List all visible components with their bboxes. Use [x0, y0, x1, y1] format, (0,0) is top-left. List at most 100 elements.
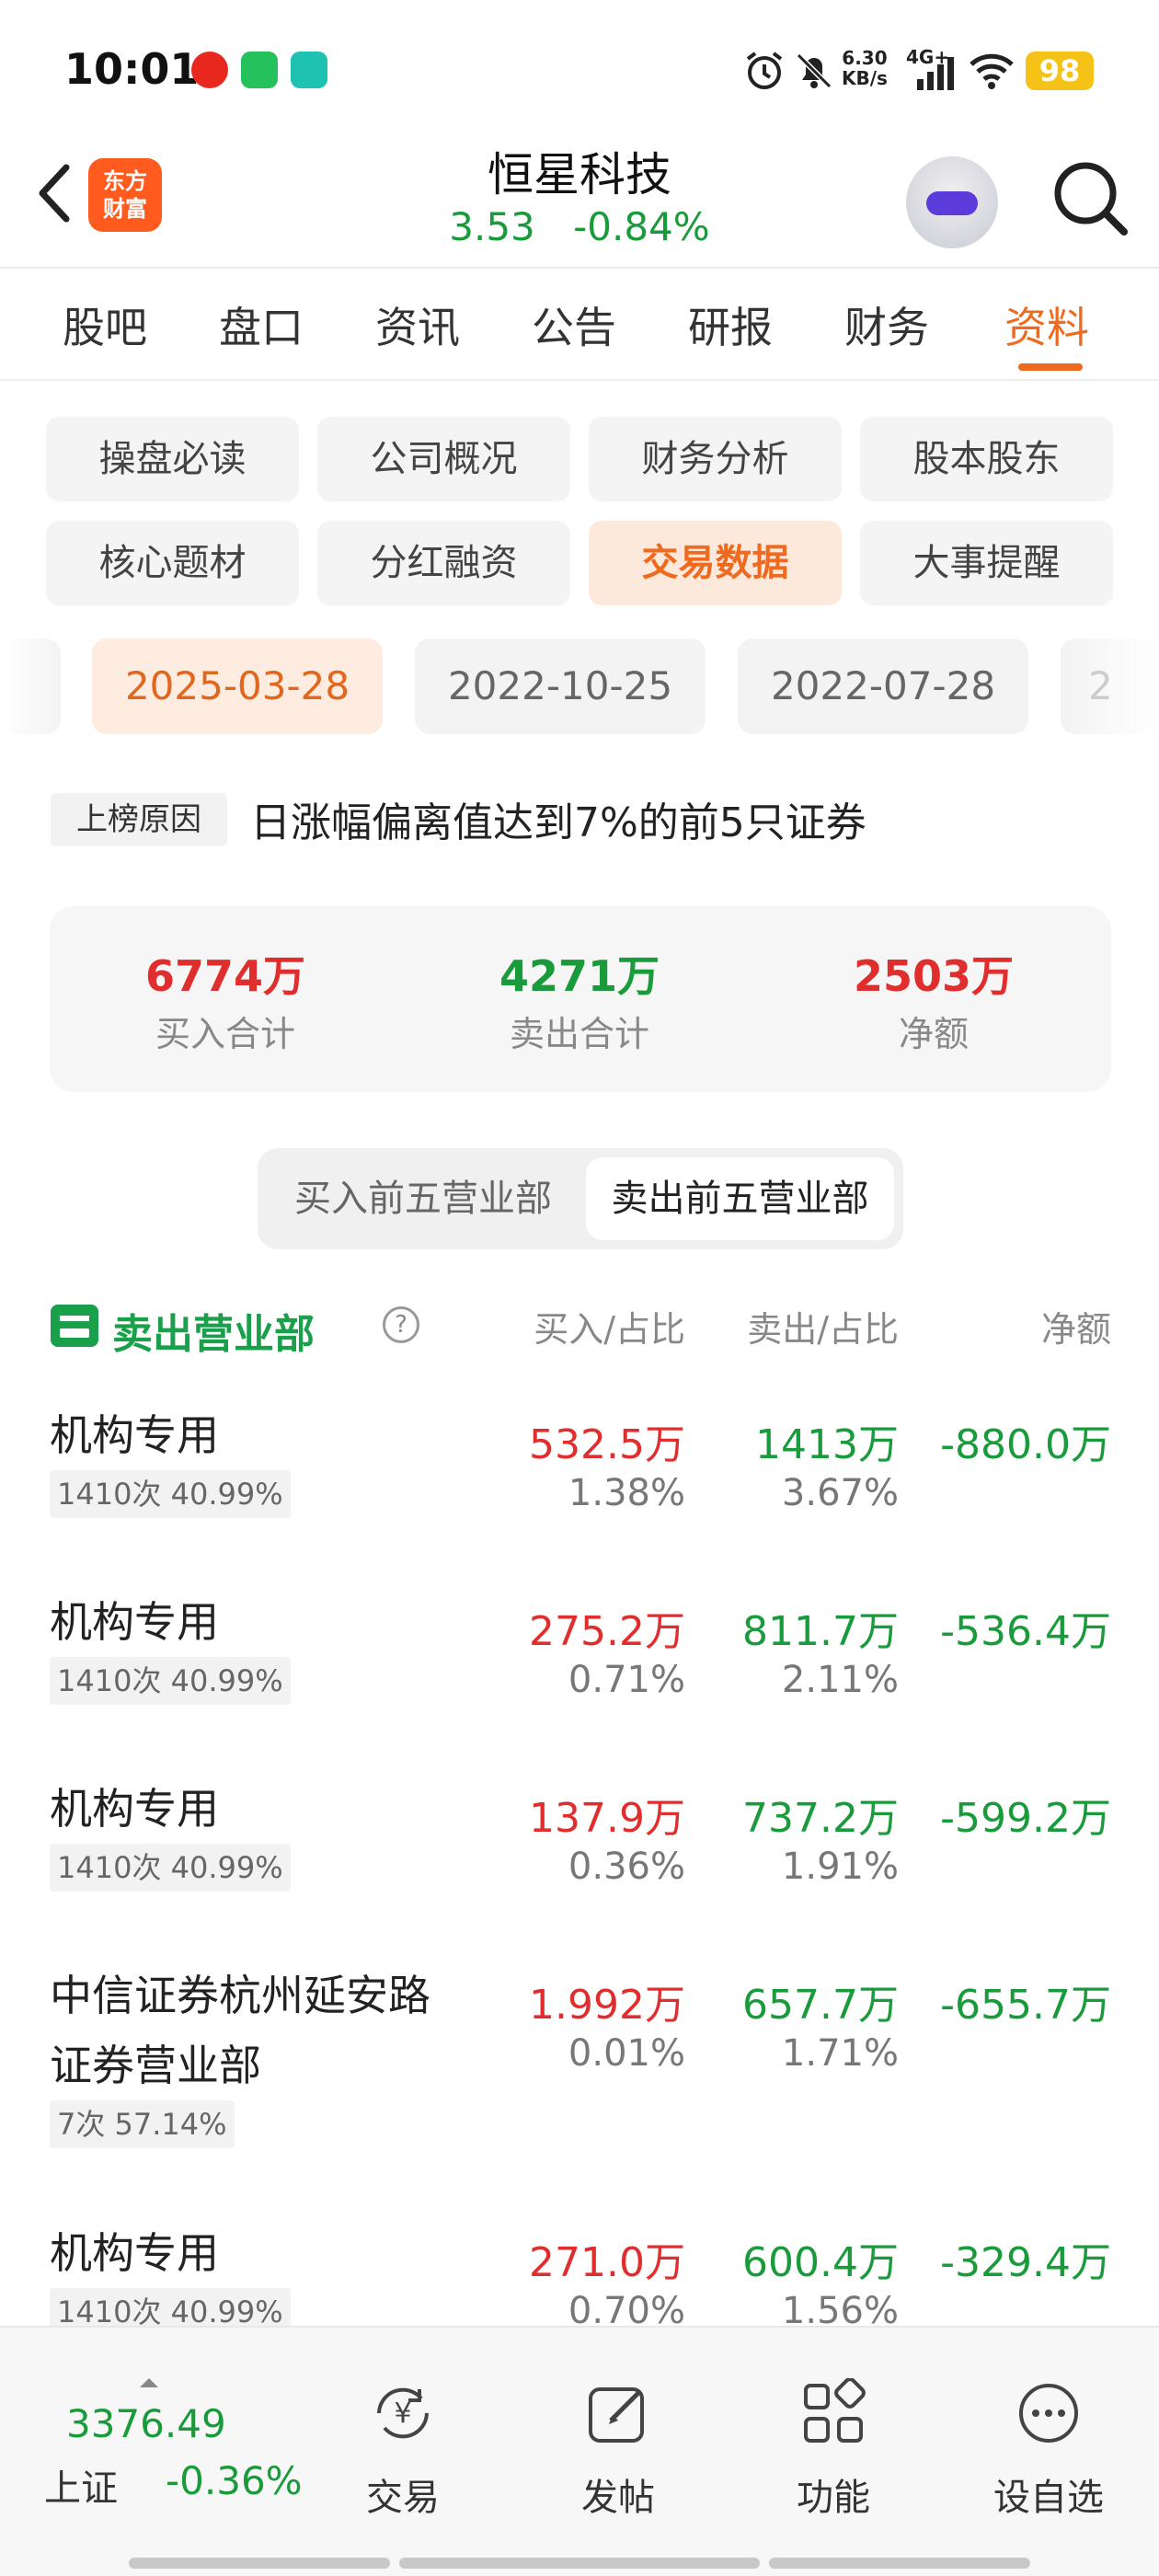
tab-divider	[0, 379, 1159, 381]
stock-price: 3.53	[449, 204, 535, 249]
date-chip-partial-left[interactable]	[0, 638, 61, 734]
buy-percent: 0.71%	[568, 1659, 685, 1701]
home-indicator-segment	[399, 2558, 760, 2569]
tab-research[interactable]: 研报	[688, 294, 773, 355]
edit-icon[interactable]	[583, 2378, 653, 2448]
buy-amount: 1.992万	[529, 1982, 685, 2029]
bottom-bar	[0, 2326, 1159, 2576]
broker-stats-tag: 1410次 40.99%	[50, 1470, 291, 1518]
header-divider	[0, 267, 1159, 269]
tab-guba[interactable]: 股吧	[63, 294, 147, 355]
total-buy-label: 买入合计	[155, 1014, 295, 1054]
tab-news[interactable]: 资讯	[375, 294, 460, 355]
chip-trading-data[interactable]: 交易数据	[589, 521, 842, 605]
index-change[interactable]: -0.36%	[166, 2458, 303, 2503]
status-time: 10:01	[64, 44, 200, 94]
broker-stats-tag: 1410次 40.99%	[50, 1844, 291, 1892]
battery-indicator: 98	[1026, 52, 1094, 90]
date-chip-partial-right[interactable]: 2	[1061, 638, 1159, 734]
index-name[interactable]: 上证	[44, 2458, 118, 2512]
status-bar: 10:01 6.30 KB/s 4G+ 98	[0, 0, 1159, 138]
sell-percent: 1.71%	[781, 2032, 899, 2075]
sell-amount: 811.7万	[742, 1608, 899, 1655]
nav-add-watchlist-label[interactable]: 设自选	[975, 2467, 1122, 2521]
net-amount: -880.0万	[940, 1421, 1111, 1468]
sell-percent: 3.67%	[781, 1472, 899, 1514]
help-icon[interactable]: ?	[383, 1306, 419, 1343]
date-chip[interactable]: 2022-07-28	[738, 638, 1028, 734]
home-indicator-segment	[129, 2558, 390, 2569]
assistant-avatar-icon[interactable]	[906, 156, 998, 248]
buy-amount: 532.5万	[529, 1421, 685, 1468]
nav-functions-label[interactable]: 功能	[760, 2467, 907, 2521]
broker-name-line1[interactable]: 中信证券杭州延安路	[50, 1961, 430, 2030]
buy-amount: 271.0万	[529, 2239, 685, 2286]
tab-announcements[interactable]: 公告	[532, 294, 616, 355]
broker-icon	[51, 1305, 98, 1347]
col-header-buy: 买入/占比	[534, 1309, 685, 1350]
total-buy-value: 6774万	[144, 951, 306, 1001]
yen-refresh-icon[interactable]: ¥	[368, 2378, 438, 2448]
tab-finance[interactable]: 财务	[844, 294, 929, 355]
wechat-icon	[241, 52, 278, 88]
date-chip-selected[interactable]: 2025-03-28	[92, 638, 383, 734]
broker-stats-tag: 1410次 40.99%	[50, 1657, 291, 1705]
buy-amount: 275.2万	[529, 1608, 685, 1655]
reason-tag: 上榜原因	[51, 793, 227, 846]
total-sell-value: 4271万	[499, 951, 660, 1001]
index-value[interactable]: 3376.49	[66, 2401, 226, 2446]
buy-percent: 1.38%	[568, 1472, 685, 1514]
active-tab-indicator	[1018, 363, 1083, 371]
broker-name[interactable]: 机构专用	[50, 2218, 219, 2288]
boss-icon	[291, 52, 327, 88]
sell-amount: 600.4万	[742, 2239, 899, 2286]
reason-text: 日涨幅偏离值达到7%的前5只证券	[250, 799, 866, 846]
tab-pankou[interactable]: 盘口	[219, 294, 304, 355]
top5-sell-brokers-tab[interactable]: 卖出前五营业部	[586, 1157, 894, 1240]
buy-percent: 0.36%	[568, 1846, 685, 1888]
sell-amount: 1413万	[755, 1421, 899, 1468]
chip-financial-analysis[interactable]: 财务分析	[589, 417, 842, 501]
stock-change: -0.84%	[573, 204, 710, 249]
net-speed: 6.30 KB/s	[842, 47, 888, 89]
net-amount: -599.2万	[940, 1795, 1111, 1842]
more-icon[interactable]	[1014, 2378, 1084, 2448]
net-amount: -536.4万	[940, 1608, 1111, 1655]
chip-trading-guide[interactable]: 操盘必读	[46, 417, 299, 501]
chip-events[interactable]: 大事提醒	[860, 521, 1113, 605]
broker-name[interactable]: 机构专用	[50, 1400, 219, 1470]
mute-bell-icon	[796, 52, 832, 89]
search-icon[interactable]	[1049, 156, 1131, 239]
wifi-icon	[970, 53, 1014, 89]
chip-shareholders[interactable]: 股本股东	[860, 417, 1113, 501]
total-sell-label: 卖出合计	[509, 1014, 649, 1054]
buy-percent: 0.01%	[568, 2032, 685, 2075]
net-amount: -329.4万	[940, 2239, 1111, 2286]
top5-buy-brokers-tab[interactable]: 买入前五营业部	[267, 1157, 580, 1240]
broker-name[interactable]: 机构专用	[50, 1774, 219, 1844]
broker-stats-tag: 7次 57.14%	[50, 2100, 235, 2148]
net-label: 净额	[898, 1014, 969, 1054]
nav-post-label[interactable]: 发帖	[545, 2467, 692, 2521]
broker-name[interactable]: 机构专用	[50, 1587, 219, 1657]
net-amount: -655.7万	[940, 1982, 1111, 2029]
broker-name-line2[interactable]: 证券营业部	[50, 2030, 261, 2100]
sell-amount: 737.2万	[742, 1795, 899, 1842]
net-value: 2503万	[853, 951, 1015, 1001]
chip-core-themes[interactable]: 核心题材	[46, 521, 299, 605]
sell-percent: 1.91%	[781, 1846, 899, 1888]
sell-percent: 2.11%	[781, 1659, 899, 1701]
col-header-sell: 卖出/占比	[747, 1309, 899, 1350]
expand-up-icon[interactable]	[138, 2376, 160, 2389]
col-header-net: 净额	[1040, 1309, 1111, 1350]
alarm-icon	[746, 52, 783, 89]
buy-amount: 137.9万	[529, 1795, 685, 1842]
chip-dividends[interactable]: 分红融资	[317, 521, 570, 605]
svg-text:¥: ¥	[394, 2398, 411, 2430]
chip-company-overview[interactable]: 公司概况	[317, 417, 570, 501]
tab-profile[interactable]: 资料	[1004, 294, 1089, 355]
home-indicator-segment	[769, 2558, 1030, 2569]
nav-trade-label[interactable]: 交易	[329, 2467, 476, 2521]
grid-icon[interactable]	[798, 2378, 868, 2448]
date-chip[interactable]: 2022-10-25	[415, 638, 706, 734]
